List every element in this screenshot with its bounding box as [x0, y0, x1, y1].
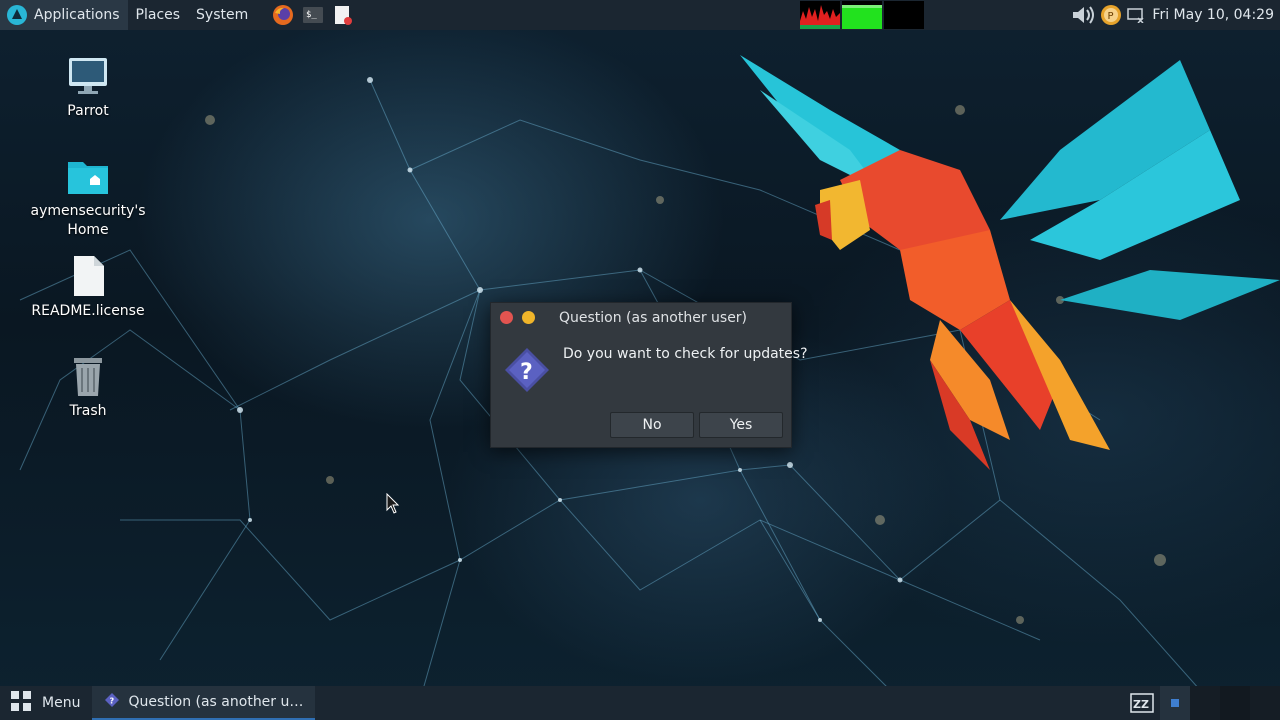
desktop-icon-trash[interactable]: Trash	[28, 354, 148, 421]
text-editor-icon[interactable]	[332, 4, 354, 26]
svg-text:$_: $_	[306, 10, 317, 20]
home-folder-icon	[66, 154, 110, 198]
workspace-1[interactable]	[1160, 686, 1190, 720]
updates-icon[interactable]: P	[1098, 4, 1124, 26]
question-icon: ?	[503, 346, 551, 394]
terminal-icon[interactable]: $_	[302, 4, 324, 26]
firefox-icon[interactable]	[272, 4, 294, 26]
zz-icon[interactable]: ZZ	[1124, 686, 1160, 720]
system-menu-label: System	[196, 7, 249, 23]
system-menu[interactable]: System	[188, 0, 256, 30]
mouse-pointer-icon	[386, 492, 400, 515]
dialog-title: Question (as another user)	[558, 310, 748, 326]
applications-menu[interactable]: Applications	[0, 0, 128, 30]
desktop-icon-label: aymensecurity's Home	[30, 203, 146, 238]
yes-button[interactable]: Yes	[699, 412, 783, 438]
desktop-icon-readme[interactable]: README.license	[28, 254, 148, 321]
network-status-icon[interactable]	[1124, 7, 1148, 23]
places-menu[interactable]: Places	[128, 0, 189, 30]
no-button[interactable]: No	[610, 412, 694, 438]
minimize-icon[interactable]	[522, 311, 535, 324]
desktop-icon-home[interactable]: aymensecurity's Home	[28, 154, 148, 240]
parrot-logo	[740, 55, 1280, 470]
taskbar-item-question[interactable]: ? Question (as another u…	[92, 686, 316, 720]
question-icon: ?	[104, 692, 120, 712]
desktop-icon-parrot[interactable]: Parrot	[28, 54, 148, 121]
menu-button[interactable]: Menu	[0, 686, 90, 720]
question-dialog: Question (as another user) ? Do you want…	[490, 302, 808, 448]
places-menu-label: Places	[135, 7, 181, 23]
dialog-titlebar[interactable]: Question (as another user)	[491, 303, 791, 333]
taskbar-item-label: Question (as another u…	[128, 694, 304, 710]
bottom-panel: Menu ? Question (as another u… ZZ	[0, 686, 1280, 720]
applications-menu-label: Applications	[34, 7, 120, 23]
desktop-icon-label: README.license	[31, 303, 145, 319]
menu-label: Menu	[42, 695, 81, 711]
clock[interactable]: Fri May 10, 04:29	[1148, 7, 1280, 23]
grid-icon	[10, 690, 32, 716]
network-monitor[interactable]	[884, 1, 924, 29]
workspace-2[interactable]	[1190, 686, 1220, 720]
svg-text:?: ?	[110, 697, 115, 706]
close-icon[interactable]	[500, 311, 513, 324]
memory-monitor[interactable]	[842, 1, 882, 29]
svg-text:ZZ: ZZ	[1133, 698, 1149, 711]
workspace-3[interactable]	[1220, 686, 1250, 720]
computer-icon	[66, 54, 110, 98]
volume-icon[interactable]	[1070, 4, 1098, 26]
dialog-message: Do you want to check for updates?	[563, 346, 808, 362]
trash-icon	[66, 354, 110, 398]
parrot-menu-icon	[6, 4, 28, 26]
desktop-icon-label: Trash	[69, 403, 107, 419]
file-icon	[66, 254, 110, 298]
svg-text:P: P	[1108, 11, 1114, 22]
workspace-4[interactable]	[1250, 686, 1280, 720]
desktop-icon-label: Parrot	[67, 103, 109, 119]
cpu-monitor[interactable]	[800, 1, 840, 29]
top-panel: Applications Places System $_ P Fri May …	[0, 0, 1280, 30]
svg-text:?: ?	[520, 360, 533, 385]
